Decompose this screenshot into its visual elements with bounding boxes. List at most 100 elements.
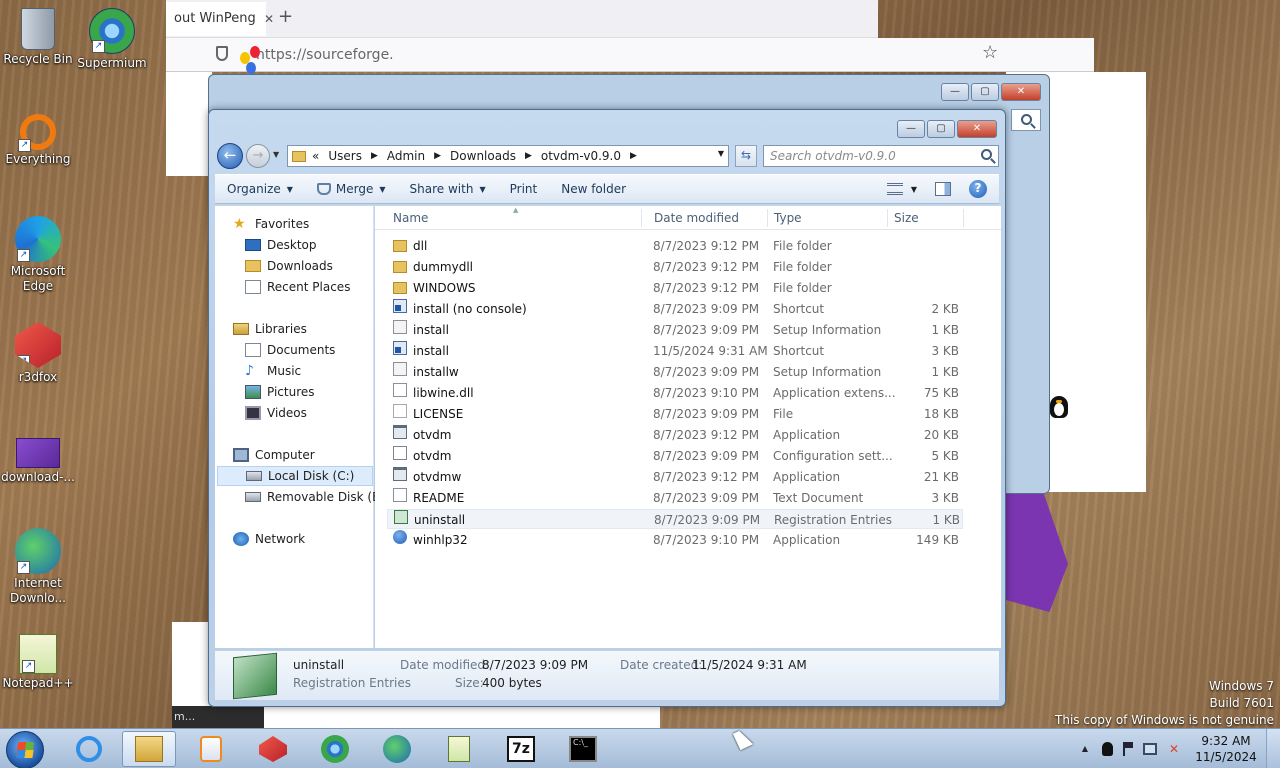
- recent-pages-dropdown[interactable]: ▼: [273, 150, 279, 159]
- column-divider[interactable]: [641, 209, 642, 227]
- column-divider[interactable]: [767, 209, 768, 227]
- close-button[interactable]: ✕: [957, 120, 997, 138]
- network-icon[interactable]: [1143, 743, 1157, 755]
- penguin-tray-icon[interactable]: [1102, 742, 1113, 756]
- breadcrumb-admin[interactable]: Admin: [387, 149, 425, 163]
- view-dropdown-icon[interactable]: ▼: [911, 185, 917, 194]
- breadcrumb-separator[interactable]: ▶: [371, 151, 378, 161]
- desktop-icon-r3dfox[interactable]: ↗ r3dfox: [0, 322, 76, 385]
- file-row[interactable]: winhlp32 8/7/2023 9:10 PM Application 149 K…: [387, 530, 963, 550]
- volume-muted-icon[interactable]: ✕: [1167, 742, 1181, 756]
- taskbar-media-player[interactable]: [184, 731, 238, 767]
- nav-music[interactable]: ♪ Music: [245, 361, 301, 381]
- breadcrumb-separator[interactable]: ▶: [525, 151, 532, 161]
- file-row[interactable]: LICENSE 8/7/2023 9:09 PM File 18 KB: [387, 404, 963, 424]
- column-name[interactable]: Name: [393, 211, 428, 225]
- breadcrumb-separator[interactable]: ▶: [434, 151, 441, 161]
- browser-url[interactable]: https://sourceforge.: [256, 47, 394, 63]
- nav-downloads[interactable]: Downloads: [245, 256, 333, 276]
- taskbar-idm[interactable]: [370, 731, 424, 767]
- nav-pictures[interactable]: Pictures: [245, 382, 315, 402]
- desktop-icon-notepadpp[interactable]: ↗ Notepad++: [0, 634, 76, 691]
- merge-button[interactable]: Merge ▼: [305, 182, 398, 196]
- bookmark-star-icon[interactable]: ☆: [982, 42, 998, 63]
- file-row[interactable]: README 8/7/2023 9:09 PM Text Document 3 KB: [387, 488, 963, 508]
- file-row[interactable]: installw 8/7/2023 9:09 PM Setup Informatio…: [387, 362, 963, 382]
- taskbar-r3dfox[interactable]: [246, 731, 300, 767]
- taskbar-supermium[interactable]: [308, 731, 362, 767]
- taskbar-7zip[interactable]: 7z: [494, 731, 548, 767]
- show-desktop-button[interactable]: [1266, 729, 1280, 768]
- start-button[interactable]: [6, 731, 44, 768]
- file-row[interactable]: WINDOWS 8/7/2023 9:12 PM File folder: [387, 278, 963, 298]
- column-type[interactable]: Type: [774, 211, 802, 225]
- address-dropdown-icon[interactable]: ▼: [718, 149, 724, 158]
- print-button[interactable]: Print: [498, 182, 550, 196]
- taskbar-ie[interactable]: [62, 731, 116, 767]
- search-icon[interactable]: [981, 149, 992, 160]
- file-row[interactable]: otvdmw 8/7/2023 9:12 PM Application 21 KB: [387, 467, 963, 487]
- taskbar-explorer[interactable]: [122, 731, 176, 767]
- nav-documents[interactable]: Documents: [245, 340, 335, 360]
- show-hidden-icons-button[interactable]: ▲: [1078, 742, 1092, 756]
- clock[interactable]: 9:32 AM 11/5/2024: [1186, 733, 1266, 765]
- file-row[interactable]: install 11/5/2024 9:31 AM Shortcut 3 KB: [387, 341, 963, 361]
- flag-icon[interactable]: [1123, 742, 1133, 756]
- breadcrumb-overflow[interactable]: «: [312, 149, 319, 163]
- preview-pane-icon[interactable]: [935, 182, 951, 196]
- maximize-button[interactable]: ▢: [971, 83, 999, 101]
- column-divider[interactable]: [963, 209, 964, 227]
- minimize-button[interactable]: —: [941, 83, 969, 101]
- close-button[interactable]: ✕: [1001, 83, 1041, 101]
- column-size[interactable]: Size: [894, 211, 919, 225]
- background-search-box[interactable]: [1011, 109, 1041, 131]
- breadcrumb-otvdm[interactable]: otvdm-v0.9.0: [541, 149, 621, 163]
- explorer-window[interactable]: — ▢ ✕ ← → ▼ « Users ▶ Admin ▶ Downloads …: [208, 109, 1006, 707]
- nav-network[interactable]: Network: [233, 529, 305, 549]
- desktop-icon-edge[interactable]: ↗ Microsoft Edge: [0, 216, 76, 294]
- breadcrumb-users[interactable]: Users: [328, 149, 362, 163]
- desktop-icon-idm[interactable]: ↗ Internet Downlo...: [0, 528, 76, 606]
- nav-libraries[interactable]: Libraries: [233, 319, 307, 339]
- breadcrumb-downloads[interactable]: Downloads: [450, 149, 516, 163]
- new-folder-button[interactable]: New folder: [549, 182, 638, 196]
- taskbar-notepadpp[interactable]: [432, 731, 486, 767]
- refresh-button[interactable]: ⇆: [735, 145, 757, 167]
- forward-button[interactable]: →: [246, 144, 270, 168]
- desktop-icon-recycle-bin[interactable]: Recycle Bin: [0, 8, 76, 67]
- file-row[interactable]: install (no console) 8/7/2023 9:09 PM Shor…: [387, 299, 963, 319]
- change-view-icon[interactable]: [886, 183, 903, 195]
- nav-videos[interactable]: Videos: [245, 403, 307, 423]
- search-input[interactable]: Search otvdm-v0.9.0: [763, 145, 999, 167]
- minimize-button[interactable]: —: [897, 120, 925, 138]
- organize-button[interactable]: Organize ▼: [215, 182, 305, 196]
- maximize-button[interactable]: ▢: [927, 120, 955, 138]
- file-row[interactable]: uninstall 8/7/2023 9:09 PM Registration En…: [387, 509, 963, 529]
- file-row[interactable]: install 8/7/2023 9:09 PM Setup Information…: [387, 320, 963, 340]
- column-date-modified[interactable]: Date modified: [654, 211, 739, 225]
- column-divider[interactable]: [887, 209, 888, 227]
- file-row[interactable]: libwine.dll 8/7/2023 9:10 PM Application e…: [387, 383, 963, 403]
- desktop-icon-everything[interactable]: ↗ Everything: [0, 112, 76, 167]
- taskbar-cmd[interactable]: C:\_: [556, 731, 610, 767]
- share-with-button[interactable]: Share with ▼: [398, 182, 498, 196]
- nav-recent-places[interactable]: Recent Places: [245, 277, 350, 297]
- file-row[interactable]: otvdm 8/7/2023 9:09 PM Configuration sett.…: [387, 446, 963, 466]
- close-tab-icon[interactable]: ✕: [264, 2, 274, 36]
- browser-tab[interactable]: out WinPeng ✕: [166, 2, 274, 36]
- file-row[interactable]: otvdm 8/7/2023 9:12 PM Application 20 KB: [387, 425, 963, 445]
- nav-favorites[interactable]: ★ Favorites: [233, 214, 309, 234]
- desktop-icon-supermium[interactable]: ↗ Supermium: [74, 8, 150, 71]
- help-icon[interactable]: ?: [969, 180, 987, 198]
- nav-computer[interactable]: Computer: [233, 445, 315, 465]
- nav-desktop[interactable]: Desktop: [245, 235, 317, 255]
- breadcrumb-separator[interactable]: ▶: [630, 151, 637, 161]
- nav-local-disk[interactable]: Local Disk (C:): [217, 466, 373, 486]
- desktop-icon-download[interactable]: download-...: [0, 438, 76, 485]
- file-row[interactable]: dummydll 8/7/2023 9:12 PM File folder: [387, 257, 963, 277]
- address-bar[interactable]: « Users ▶ Admin ▶ Downloads ▶ otvdm-v0.9…: [287, 145, 729, 167]
- nav-removable-disk[interactable]: Removable Disk (E:): [245, 487, 388, 507]
- new-tab-icon[interactable]: +: [278, 6, 293, 27]
- back-button[interactable]: ←: [217, 143, 243, 169]
- file-row[interactable]: dll 8/7/2023 9:12 PM File folder: [387, 236, 963, 256]
